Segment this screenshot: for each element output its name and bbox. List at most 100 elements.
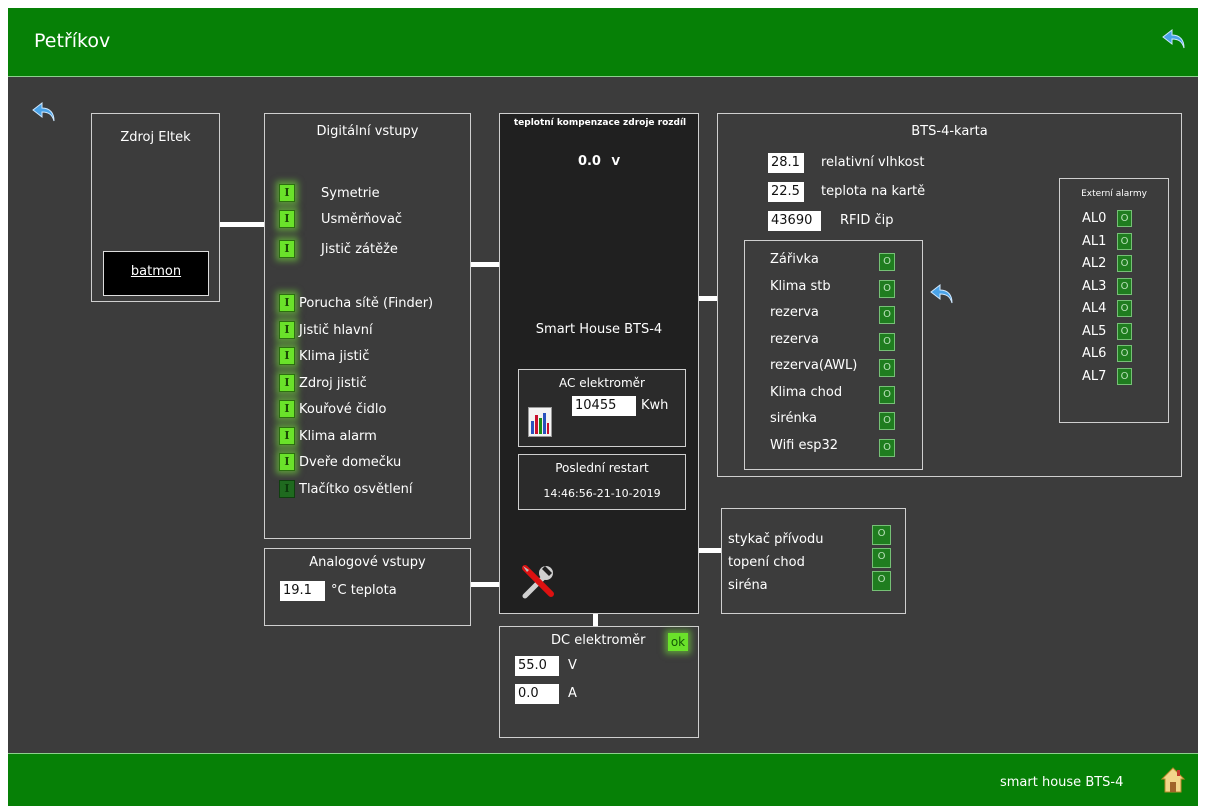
panel-title: BTS-4-karta: [911, 124, 988, 139]
output-lamp: O: [879, 306, 895, 324]
output-lamp: O: [879, 279, 895, 298]
bts-value-label: relativní vlhkost: [821, 155, 925, 170]
bts-value-box: 22.5: [768, 182, 804, 202]
relay-lamp: O: [872, 525, 891, 545]
panel-title: Poslední restart: [555, 461, 649, 475]
external-alarms-panel: Externí alarmy AL0 O AL1 O AL2 O AL3 O AL4 O AL5 O A…: [1059, 178, 1169, 423]
alarm-label: AL6: [1082, 346, 1107, 361]
digital-input-label: Klima jistič: [299, 349, 370, 364]
alarm-lamp: O: [1117, 322, 1132, 340]
back-arrow-icon[interactable]: [1160, 26, 1188, 54]
back-arrow-icon[interactable]: [928, 281, 956, 309]
relay-lamp: O: [872, 571, 891, 591]
relay-label: stykač přívodu: [728, 532, 824, 547]
dc-current-unit: A: [568, 686, 577, 701]
alarm-label: AL3: [1082, 278, 1107, 294]
status-indicator: I: [279, 400, 295, 418]
status-indicator: I: [279, 347, 295, 365]
last-restart-value: 14:46:56-21-10-2019: [543, 487, 661, 500]
last-restart-panel: Poslední restart 14:46:56-21-10-2019: [518, 454, 686, 510]
panel-title: DC elektroměr: [551, 633, 646, 648]
output-label: rezerva: [770, 331, 819, 347]
dc-status-indicator: ok: [668, 633, 688, 651]
status-indicator: I: [279, 373, 295, 392]
outputs-panel: Zářivka O Klima stb Orezerva Orezerva Orezerv…: [744, 240, 923, 470]
status-indicator: I: [279, 210, 295, 228]
connector-line: [699, 296, 717, 301]
alarm-lamp: O: [1117, 367, 1132, 385]
bts-value-label: teplota na kartě: [821, 184, 926, 199]
output-label: rezerva: [770, 305, 819, 320]
status-indicator: I: [279, 426, 295, 445]
tools-icon[interactable]: [519, 562, 557, 600]
digital-input-label: Zdroj jistič: [299, 375, 367, 391]
connector-line: [699, 548, 721, 553]
footer-bar: smart house BTS-4: [8, 753, 1198, 806]
dc-current-value: 0.0: [515, 684, 559, 704]
dc-voltage-value: 55.0: [515, 656, 559, 676]
ac-meter-unit: Kwh: [641, 398, 669, 413]
digital-input-label: Jistič zátěže: [321, 242, 398, 257]
alarm-label: AL4: [1082, 301, 1107, 316]
digital-input-label: Symetrie: [321, 186, 380, 201]
output-lamp: O: [879, 385, 895, 404]
back-arrow-icon[interactable]: [30, 99, 58, 127]
alarm-lamp: O: [1117, 345, 1132, 362]
output-label: Klima stb: [770, 278, 831, 294]
status-indicator: I: [279, 453, 295, 471]
dc-voltage-unit: V: [568, 658, 577, 673]
output-lamp: O: [879, 253, 895, 271]
alarm-lamp: O: [1117, 232, 1132, 250]
output-label: Wifi esp32: [770, 437, 839, 453]
connector-line: [593, 614, 598, 626]
digital-inputs-panel: Digitální vstupy I Symetrie I Usměrňovač I Ji…: [264, 113, 471, 539]
alarm-lamp: O: [1117, 255, 1132, 272]
alarm-label: AL2: [1082, 256, 1107, 271]
digital-input-label: Kouřové čidlo: [299, 402, 387, 417]
status-indicator: I: [279, 479, 295, 498]
alarm-label: AL0: [1082, 211, 1107, 226]
digital-input-label: Porucha sítě (Finder): [299, 296, 434, 311]
relay-lamp: O: [872, 548, 891, 568]
panel-title: Analogové vstupy: [309, 555, 426, 570]
temperature-unit: °C teplota: [331, 583, 397, 598]
panel-title: Zdroj Eltek: [120, 130, 191, 145]
output-lamp: O: [879, 438, 895, 457]
status-indicator: I: [279, 294, 295, 312]
bts-value-box: 28.1: [768, 153, 804, 173]
bts-value-label: RFID čip: [840, 213, 894, 228]
page-title: Petříkov: [34, 30, 111, 52]
compensation-unit: V: [611, 155, 621, 168]
output-label: Klima chod: [770, 384, 843, 400]
header-bar: Petříkov: [8, 8, 1198, 77]
connector-line: [471, 582, 499, 587]
status-indicator: I: [279, 184, 295, 202]
digital-input-label: Klima alarm: [299, 428, 377, 444]
panel-title: AC elektroměr: [559, 376, 645, 390]
alarm-label: AL7: [1082, 368, 1107, 384]
ac-meter-value: 10455: [572, 396, 636, 416]
chart-icon[interactable]: [528, 407, 552, 437]
status-indicator: I: [279, 240, 295, 258]
panel-title: Externí alarmy: [1081, 189, 1147, 199]
device-name: Smart House BTS-4: [535, 322, 663, 337]
output-label: sirénka: [770, 411, 817, 426]
ac-meter-panel: AC elektroměr 10455 Kwh: [518, 369, 686, 447]
bts4-card-panel: BTS-4-karta 28.1 relativní vlhkost 22.5 tep…: [717, 113, 1182, 477]
main-stage: Zdroj Eltek batmon Digitální vstupy I Sym…: [8, 77, 1198, 753]
digital-input-label: Tlačítko osvětlení: [299, 481, 413, 497]
analog-inputs-panel: Analogové vstupy 19.1 °C teplota: [264, 548, 471, 626]
alarm-label: AL5: [1082, 323, 1107, 339]
output-lamp: O: [879, 332, 895, 351]
compensation-value: 0.0: [577, 154, 601, 169]
home-icon[interactable]: [1160, 766, 1186, 794]
panel-title: Digitální vstupy: [316, 124, 419, 139]
digital-input-label: Dveře domečku: [299, 455, 402, 470]
batmon-link[interactable]: batmon: [103, 251, 209, 296]
relays-panel: stykač přívodu Otopení chod Osiréna O: [721, 508, 906, 614]
connector-line: [471, 262, 499, 267]
digital-input-label: Jistič hlavní: [299, 322, 373, 338]
status-indicator: I: [279, 320, 295, 339]
bts-value-box: 43690: [768, 211, 821, 231]
connector-line: [220, 222, 264, 227]
